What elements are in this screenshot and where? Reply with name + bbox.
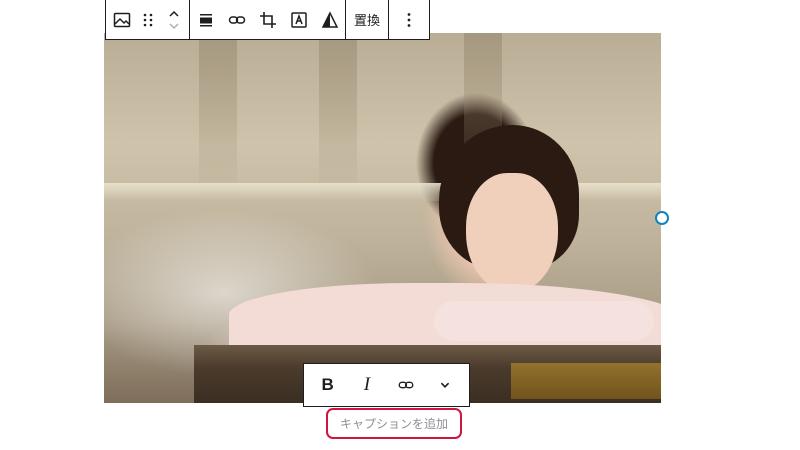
replace-group: 置換 xyxy=(346,0,390,39)
background-beam xyxy=(319,33,357,203)
chevron-down-icon[interactable] xyxy=(167,20,181,32)
crop-icon[interactable] xyxy=(252,0,283,39)
align-icon[interactable] xyxy=(190,0,221,39)
replace-button[interactable]: 置換 xyxy=(346,0,388,39)
resize-handle[interactable] xyxy=(655,211,669,225)
caption-toolbar: B I xyxy=(303,363,470,407)
chevron-down-icon[interactable] xyxy=(427,367,463,403)
block-mover xyxy=(159,0,189,39)
photo-face xyxy=(466,173,558,293)
more-options-icon[interactable] xyxy=(389,0,429,39)
block-toolbar: 置換 xyxy=(105,0,431,40)
link-icon[interactable] xyxy=(221,0,252,39)
tub-plate xyxy=(511,363,661,399)
caption-input[interactable]: キャプションを追加 xyxy=(326,408,462,439)
image-icon[interactable] xyxy=(106,0,137,39)
image-tools-group xyxy=(190,0,346,39)
text-overlay-icon[interactable] xyxy=(283,0,314,39)
photo-arm xyxy=(434,301,654,341)
duotone-icon[interactable] xyxy=(314,0,345,39)
italic-button[interactable]: I xyxy=(349,367,385,403)
block-type-group xyxy=(106,0,190,39)
options-group xyxy=(389,0,429,39)
link-icon[interactable] xyxy=(388,367,424,403)
background-beam xyxy=(199,33,237,203)
image-block[interactable] xyxy=(104,33,661,403)
chevron-up-icon[interactable] xyxy=(167,8,181,20)
drag-handle-icon[interactable] xyxy=(137,0,159,39)
bold-button[interactable]: B xyxy=(310,367,346,403)
